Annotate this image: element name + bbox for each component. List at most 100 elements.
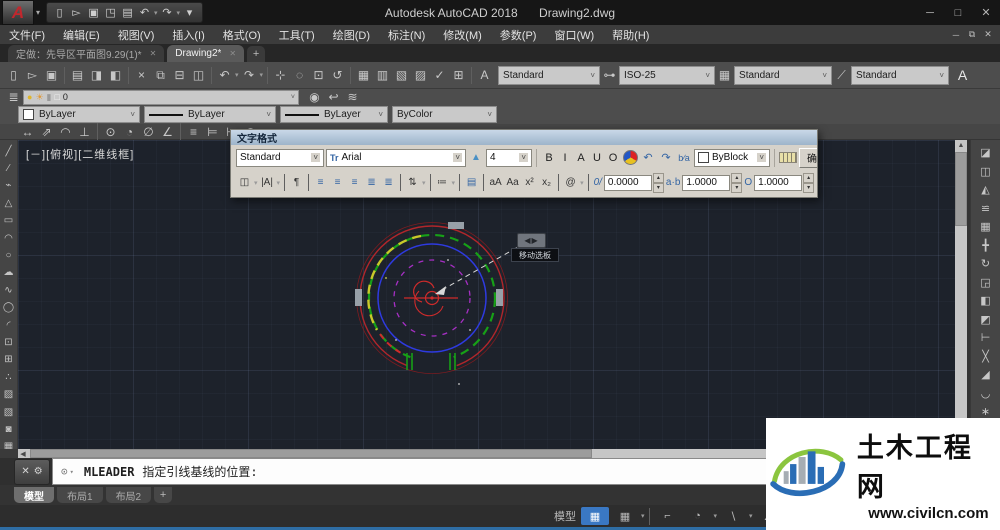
qat-undo-caret[interactable]: ▾ (154, 9, 158, 17)
save-icon[interactable]: ▣ (42, 66, 61, 84)
lowercase-icon[interactable]: Aa (504, 174, 521, 192)
layer-combo-caret-icon[interactable]: ˅ (291, 94, 295, 101)
isodraft-icon[interactable]: ∖ (719, 507, 747, 525)
layer-on-bulb-icon[interactable]: ● (27, 92, 32, 103)
oblique-spinner[interactable]: ▴▾ (653, 173, 664, 193)
dim-linear-icon[interactable]: ↔ (18, 123, 37, 141)
dim-ordinate-icon[interactable]: ⊥ (75, 123, 94, 141)
insert-field-icon[interactable]: ▤ (463, 174, 480, 192)
menu-3[interactable]: 插入(I) (163, 25, 213, 44)
line-icon[interactable]: ╱ (0, 143, 17, 159)
viewport-controls[interactable]: [－][俯视][二维线框] (26, 146, 134, 162)
qat-redo-caret[interactable]: ▾ (177, 9, 181, 17)
mtext-justification-icon[interactable]: |A| (259, 174, 276, 192)
superscript-icon[interactable]: x² (521, 174, 538, 192)
font-combo[interactable]: Tr Arial˅ (326, 149, 466, 167)
dim-quick-icon[interactable]: ≡ (184, 123, 203, 141)
make-block-icon[interactable]: ⊞ (0, 352, 17, 368)
polar-tracking-icon[interactable]: ◔ (684, 507, 712, 525)
markup-icon[interactable]: ✓ (430, 66, 449, 84)
menu-0[interactable]: 文件(F) (0, 25, 54, 44)
dim-jogged-icon[interactable]: ◔ (120, 123, 139, 141)
spline-icon[interactable]: ∿ (0, 282, 17, 298)
layer-combo[interactable]: ●☀▮□ 0 ˅ (23, 90, 299, 105)
text-style-caret-icon[interactable]: ˅ (586, 71, 595, 80)
layer-previous-icon[interactable]: ↩ (324, 88, 343, 106)
properties-icon[interactable]: ▦ (354, 66, 373, 84)
designcenter-icon[interactable]: ▥ (373, 66, 392, 84)
rectangle-icon[interactable]: ▭ (0, 213, 17, 229)
sheet-set-manager-icon[interactable]: ▨ (411, 66, 430, 84)
align-left-icon[interactable]: ≡ (312, 174, 329, 192)
uppercase-icon[interactable]: aA (487, 174, 504, 192)
width-factor-field[interactable]: 1.0000 (754, 175, 802, 191)
insert-block-icon[interactable]: ⊡ (0, 334, 17, 350)
lineweight-control-combo[interactable]: ByLayer˅ (280, 106, 388, 123)
scroll-up-icon[interactable]: ▲ (958, 140, 965, 150)
qat-save-icon[interactable]: ▣ (85, 5, 102, 21)
numbering-caret[interactable]: ▾ (452, 179, 456, 187)
undo-caret[interactable]: ▾ (235, 71, 239, 79)
open-file-icon[interactable]: ▻ (23, 66, 42, 84)
color-control-caret-icon[interactable]: ˅ (125, 110, 135, 119)
window-minimize-icon[interactable]: ─ (916, 2, 944, 24)
file-tab-close-icon[interactable]: ✕ (229, 49, 236, 58)
stretch-icon[interactable]: ◧ (975, 292, 997, 309)
qat-open-file-icon[interactable]: ▻ (68, 5, 85, 21)
vertical-scroll-thumb[interactable] (955, 152, 967, 226)
qat-plot-icon[interactable]: ▤ (119, 5, 136, 21)
close-command-window-icon[interactable]: ✕ (21, 466, 29, 477)
line-spacing-icon[interactable]: ⇅ (404, 174, 421, 192)
leader-width-widget[interactable]: ◀▶ (517, 233, 546, 248)
editor-undo-icon[interactable]: ↶ (640, 149, 656, 167)
dim-aligned-icon[interactable]: ⇗ (37, 123, 56, 141)
doc-close-icon[interactable]: ✕ (980, 27, 996, 42)
annotate-text-icon[interactable]: A (953, 66, 972, 84)
dim-arc-length-icon[interactable]: ◠ (56, 123, 75, 141)
font-caret-icon[interactable]: ˅ (453, 153, 462, 162)
window-close-icon[interactable]: ✕ (972, 2, 1000, 24)
dim-diameter-icon[interactable]: ∅ (139, 123, 158, 141)
plot-icon[interactable]: ▤ (68, 66, 87, 84)
menu-8[interactable]: 修改(M) (434, 25, 491, 44)
model-space-button[interactable]: 模型 (551, 507, 579, 525)
text-style-combo[interactable]: Standard˅ (498, 66, 600, 85)
autocad-logo[interactable]: A (2, 0, 34, 25)
subscript-icon[interactable]: x₂ (538, 174, 555, 192)
horizontal-scroll-thumb[interactable] (30, 449, 592, 458)
grid-display-icon[interactable]: ▦ (611, 507, 639, 525)
numbering-icon[interactable]: ≔ (434, 174, 451, 192)
quick-calc-icon[interactable]: ⊞ (449, 66, 468, 84)
dim-radius-icon[interactable]: ⊙ (101, 123, 120, 141)
mtext-style-combo[interactable]: Standard˅ (236, 149, 324, 167)
qat-undo-icon[interactable]: ↶ (136, 5, 153, 21)
ruler-icon[interactable] (779, 152, 797, 163)
tool-palettes-icon[interactable]: ▧ (392, 66, 411, 84)
recent-commands-caret-icon[interactable]: ▾ (70, 468, 74, 476)
construction-line-icon[interactable]: ∕ (0, 160, 17, 176)
redo-icon[interactable]: ↷ (240, 66, 259, 84)
paragraph-icon[interactable]: ¶ (288, 174, 305, 192)
mleader-style-icon[interactable]: ⟋ (832, 66, 851, 84)
break-icon[interactable]: ╳ (975, 348, 997, 365)
file-tab-1[interactable]: Drawing2*✕ (167, 45, 244, 62)
layer-freeze-sun-icon[interactable]: ☀ (35, 92, 43, 103)
isodraft-caret[interactable]: ▾ (749, 512, 753, 520)
linetype-control-caret-icon[interactable]: ˅ (261, 110, 271, 119)
offset-icon[interactable]: ≌ (975, 200, 997, 217)
pan-icon[interactable]: ⊹ (271, 66, 290, 84)
text-style-manager-icon[interactable]: A (475, 66, 494, 84)
symbol-caret[interactable]: ▾ (580, 179, 584, 187)
scroll-left-icon[interactable]: ◀ (18, 449, 28, 459)
table-style-icon[interactable]: ▦ (715, 66, 734, 84)
grid-display-caret[interactable]: ▾ (641, 512, 645, 520)
qat-redo-icon[interactable]: ↷ (159, 5, 176, 21)
text-color-combo[interactable]: ByBlock˅ (694, 149, 770, 167)
menu-2[interactable]: 视图(V) (109, 25, 164, 44)
lineweight-control-caret-icon[interactable]: ˅ (373, 110, 383, 119)
menu-9[interactable]: 参数(P) (491, 25, 546, 44)
move-icon[interactable]: ╋ (975, 237, 997, 254)
copy-icon[interactable]: ◫ (975, 163, 997, 180)
publish-icon[interactable]: ◧ (106, 66, 125, 84)
erase-icon[interactable]: ◪ (975, 144, 997, 161)
